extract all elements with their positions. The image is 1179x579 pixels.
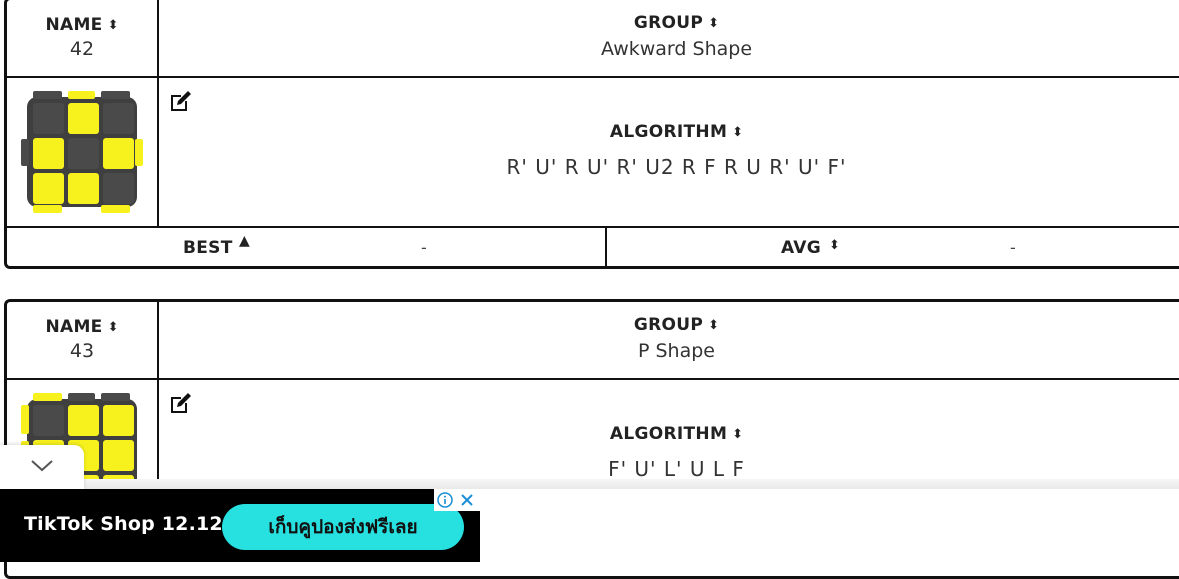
name-cell: NAME ⬍ 42 xyxy=(7,0,159,76)
name-header[interactable]: NAME xyxy=(45,15,102,35)
algorithm-cell: ALGORITHM ⬍ R' U' R U' R' U2 R F R U R' U… xyxy=(159,78,1179,226)
best-header[interactable]: BEST xyxy=(183,238,233,258)
sort-icon[interactable]: ⬍ xyxy=(829,238,840,253)
cube-sticker xyxy=(33,103,64,134)
cube-sticker xyxy=(33,405,64,436)
group-header[interactable]: GROUP xyxy=(634,13,703,33)
name-header[interactable]: NAME xyxy=(45,317,102,337)
edit-icon[interactable] xyxy=(168,390,194,416)
chevron-down-icon[interactable] xyxy=(30,459,54,473)
cube-sticker xyxy=(68,103,99,134)
group-value: P Shape xyxy=(638,340,715,362)
ad-cta-button[interactable]: เก็บคูปองส่งฟรีเลย xyxy=(222,504,464,550)
info-icon[interactable] xyxy=(437,492,453,508)
avg-stat: AVG ⬍ - xyxy=(607,228,1179,266)
best-stat: BEST ▲ - xyxy=(7,228,605,266)
sort-icon[interactable]: ⬍ xyxy=(708,16,719,31)
cube-side-sticker xyxy=(21,139,29,166)
cube-side-sticker xyxy=(101,91,130,99)
cube-sticker xyxy=(103,405,134,436)
cube-sticker xyxy=(33,138,64,169)
group-cell: GROUP ⬍ P Shape xyxy=(159,302,1179,378)
cube-side-sticker xyxy=(101,205,130,213)
name-cell: NAME ⬍ 43 xyxy=(7,302,159,378)
cube-diagram xyxy=(21,91,143,213)
algorithm-value: R' U' R U' R' U2 R F R U R' U' F' xyxy=(506,155,847,179)
name-value: 43 xyxy=(69,340,95,362)
sort-icon[interactable]: ⬍ xyxy=(108,18,119,33)
ad-whitespace xyxy=(480,489,1179,562)
ad-banner[interactable]: TikTok Shop 12.12 เก็บคูปองส่งฟรีเลย xyxy=(0,489,480,562)
cube-sticker xyxy=(103,173,134,204)
cube-sticker xyxy=(68,405,99,436)
algorithm-header[interactable]: ALGORITHM xyxy=(610,122,727,142)
cube-side-sticker xyxy=(33,393,62,401)
case-card-42: NAME ⬍ 42 GROUP ⬍ Awkward Shape ALGORITH… xyxy=(4,0,1179,269)
best-value: - xyxy=(421,238,427,257)
card-header-row: NAME ⬍ 42 GROUP ⬍ Awkward Shape xyxy=(7,0,1179,78)
cube-sticker xyxy=(33,173,64,204)
cube-side-sticker xyxy=(68,91,95,99)
cube-side-sticker xyxy=(33,205,62,213)
avg-value: - xyxy=(1010,238,1016,257)
cube-sticker xyxy=(103,138,134,169)
sort-icon[interactable]: ⬍ xyxy=(708,318,719,333)
group-value: Awkward Shape xyxy=(600,38,753,60)
ad-top-shadow xyxy=(0,479,1179,489)
cube-sticker xyxy=(68,138,99,169)
sort-icon[interactable]: ⬍ xyxy=(108,320,119,335)
name-value: 42 xyxy=(69,38,95,60)
ad-brand-text[interactable]: TikTok Shop 12.12 xyxy=(24,513,223,535)
cube-sticker xyxy=(103,440,134,471)
algorithm-header[interactable]: ALGORITHM xyxy=(610,424,727,444)
cube-sticker xyxy=(103,103,134,134)
card-header-row: NAME ⬍ 43 GROUP ⬍ P Shape xyxy=(7,302,1179,380)
ad-collapse-tab[interactable] xyxy=(0,445,84,489)
edit-icon[interactable] xyxy=(168,88,194,114)
cube-side-sticker xyxy=(68,393,95,401)
algorithm-value: F' U' L' U L F xyxy=(608,457,745,481)
cube-sticker xyxy=(68,173,99,204)
card-body-row: ALGORITHM ⬍ R' U' R U' R' U2 R F R U R' U… xyxy=(7,78,1179,228)
stats-row: BEST ▲ - AVG ⬍ - xyxy=(7,228,1179,266)
sort-asc-icon[interactable]: ▲ xyxy=(239,233,250,249)
group-cell: GROUP ⬍ Awkward Shape xyxy=(159,0,1179,76)
cube-side-sticker xyxy=(33,91,62,99)
cube-face xyxy=(33,103,134,204)
cube-cell xyxy=(7,78,159,226)
sort-icon[interactable]: ⬍ xyxy=(732,427,743,442)
avg-header[interactable]: AVG xyxy=(781,238,821,258)
cube-side-sticker xyxy=(21,405,29,434)
close-icon[interactable] xyxy=(459,492,475,508)
cube-side-sticker xyxy=(101,393,130,401)
cube-side-sticker xyxy=(135,139,143,166)
sort-icon[interactable]: ⬍ xyxy=(732,125,743,140)
group-header[interactable]: GROUP xyxy=(634,315,703,335)
ad-controls xyxy=(434,489,480,511)
